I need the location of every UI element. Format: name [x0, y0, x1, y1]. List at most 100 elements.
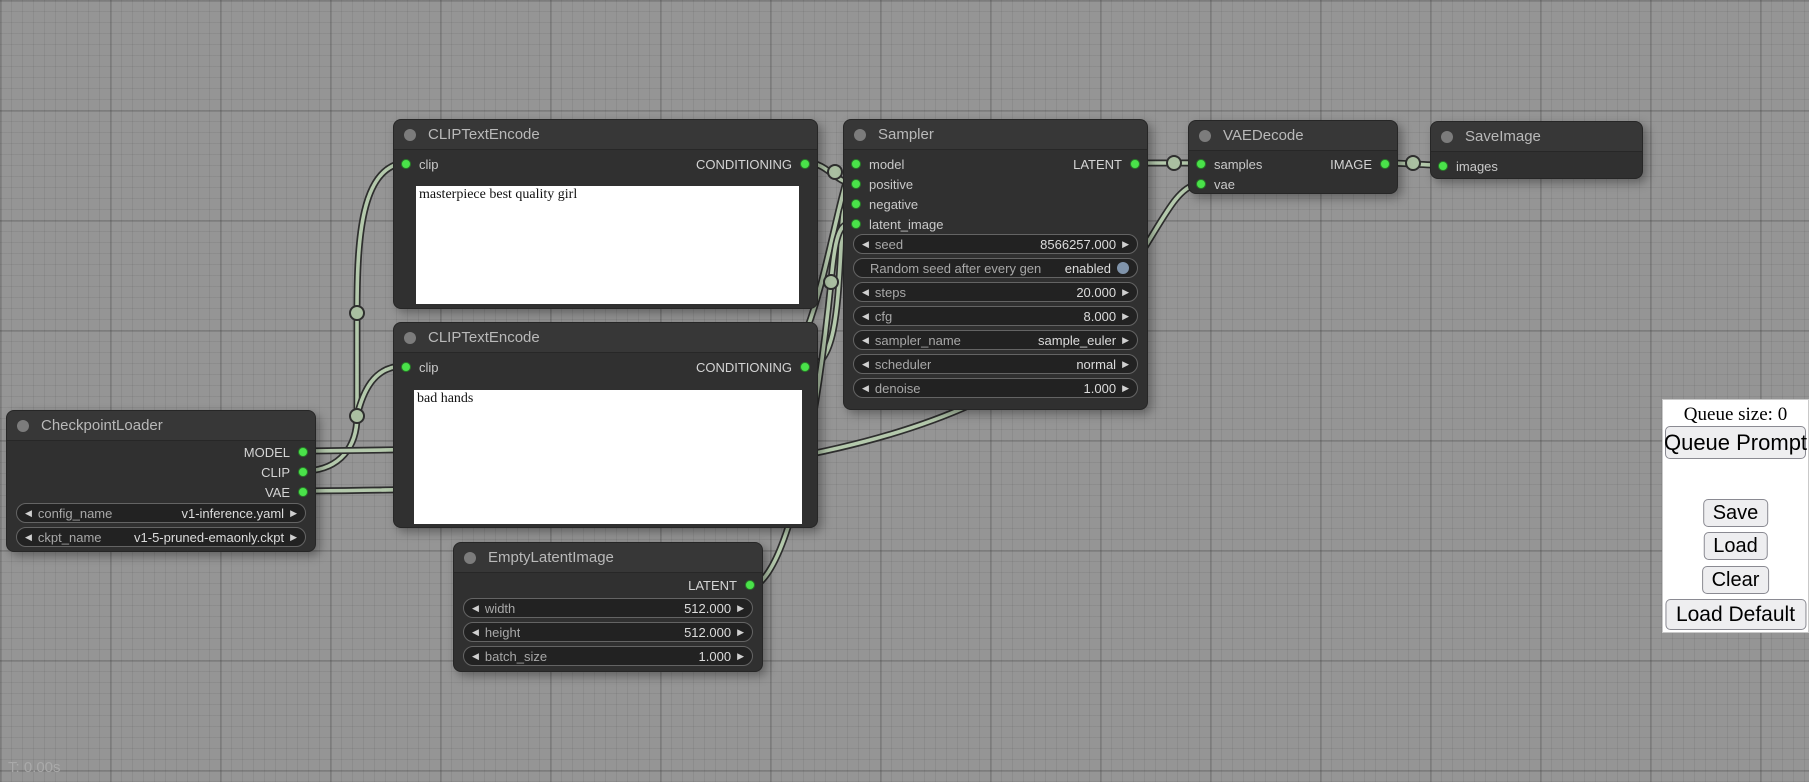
input-dot-negative[interactable]: [851, 199, 861, 209]
input-slot-vae[interactable]: vae: [1196, 174, 1235, 194]
collapse-dot-icon[interactable]: [1199, 130, 1211, 142]
increment-arrow-icon[interactable]: ▶: [1122, 240, 1129, 249]
decrement-arrow-icon[interactable]: ◀: [862, 384, 869, 393]
load-default-button[interactable]: Load Default: [1665, 599, 1806, 630]
output-slot-VAE[interactable]: VAE: [265, 482, 308, 502]
decrement-arrow-icon[interactable]: ◀: [862, 360, 869, 369]
decrement-arrow-icon[interactable]: ◀: [862, 312, 869, 321]
output-dot-IMAGE[interactable]: [1380, 159, 1390, 169]
input-dot-clip[interactable]: [401, 159, 411, 169]
increment-arrow-icon[interactable]: ▶: [1122, 288, 1129, 297]
node-titlebar[interactable]: EmptyLatentImage: [454, 543, 762, 573]
output-slot-CLIP[interactable]: CLIP: [261, 462, 308, 482]
widget-random-seed-after-every-gen[interactable]: Random seed after every genenabled: [853, 258, 1138, 278]
collapse-dot-icon[interactable]: [1441, 131, 1453, 143]
node-vae_decode[interactable]: VAEDecode samplesvae IMAGE: [1188, 120, 1398, 194]
input-slot-negative[interactable]: negative: [851, 194, 918, 214]
decrement-arrow-icon[interactable]: ◀: [472, 604, 479, 613]
output-dot-CONDITIONING[interactable]: [800, 362, 810, 372]
widget-ckpt-name[interactable]: ◀ckpt_namev1-5-pruned-emaonly.ckpt▶: [16, 527, 306, 547]
node-titlebar[interactable]: CLIPTextEncode: [394, 323, 817, 353]
widget-batch-size[interactable]: ◀batch_size1.000▶: [463, 646, 753, 666]
input-dot-model[interactable]: [851, 159, 861, 169]
node-titlebar[interactable]: CheckpointLoader: [7, 411, 315, 441]
output-slot-LATENT[interactable]: LATENT: [1073, 154, 1140, 174]
collapse-dot-icon[interactable]: [464, 552, 476, 564]
load-button[interactable]: Load: [1703, 532, 1768, 560]
node-titlebar[interactable]: SaveImage: [1431, 122, 1642, 152]
output-dot-CLIP[interactable]: [298, 467, 308, 477]
decrement-arrow-icon[interactable]: ◀: [25, 533, 32, 542]
node-clip_text_encode_positive[interactable]: CLIPTextEncode clip CONDITIONING: [393, 119, 818, 309]
output-slot-CONDITIONING[interactable]: CONDITIONING: [696, 357, 810, 377]
widget-denoise[interactable]: ◀denoise1.000▶: [853, 378, 1138, 398]
decrement-arrow-icon[interactable]: ◀: [472, 628, 479, 637]
output-dot-VAE[interactable]: [298, 487, 308, 497]
widget-seed[interactable]: ◀seed8566257.000▶: [853, 234, 1138, 254]
node-titlebar[interactable]: Sampler: [844, 120, 1147, 150]
node-sampler[interactable]: Sampler modelpositivenegativelatent_image…: [843, 119, 1148, 410]
output-label: CONDITIONING: [696, 360, 792, 375]
output-slot-IMAGE[interactable]: IMAGE: [1330, 154, 1390, 174]
node-save_image[interactable]: SaveImage images: [1430, 121, 1643, 179]
queue-prompt-button[interactable]: Queue Prompt: [1665, 426, 1806, 459]
clear-button[interactable]: Clear: [1702, 566, 1770, 594]
widget-cfg[interactable]: ◀cfg8.000▶: [853, 306, 1138, 326]
widget-sampler-name[interactable]: ◀sampler_namesample_euler▶: [853, 330, 1138, 350]
increment-arrow-icon[interactable]: ▶: [737, 604, 744, 613]
input-slot-clip[interactable]: clip: [401, 154, 439, 174]
increment-arrow-icon[interactable]: ▶: [290, 509, 297, 518]
input-slot-samples[interactable]: samples: [1196, 154, 1262, 174]
increment-arrow-icon[interactable]: ▶: [737, 652, 744, 661]
decrement-arrow-icon[interactable]: ◀: [862, 336, 869, 345]
input-dot-latent_image[interactable]: [851, 219, 861, 229]
input-dot-positive[interactable]: [851, 179, 861, 189]
node-empty_latent_image[interactable]: EmptyLatentImageLATENT ◀width512.000▶ ◀hei…: [453, 542, 763, 672]
decrement-arrow-icon[interactable]: ◀: [862, 240, 869, 249]
increment-arrow-icon[interactable]: ▶: [1122, 336, 1129, 345]
input-slot-positive[interactable]: positive: [851, 174, 913, 194]
input-dot-images[interactable]: [1438, 161, 1448, 171]
widget-height[interactable]: ◀height512.000▶: [463, 622, 753, 642]
node-title-label: Sampler: [878, 126, 934, 143]
prompt-textarea[interactable]: [414, 390, 802, 524]
input-slot-clip[interactable]: clip: [401, 357, 439, 377]
input-dot-clip[interactable]: [401, 362, 411, 372]
input-dot-samples[interactable]: [1196, 159, 1206, 169]
output-dot-MODEL[interactable]: [298, 447, 308, 457]
collapse-dot-icon[interactable]: [404, 129, 416, 141]
output-slot-CONDITIONING[interactable]: CONDITIONING: [696, 154, 810, 174]
node-checkpoint_loader[interactable]: CheckpointLoaderMODELCLIPVAE◀config_name…: [6, 410, 316, 552]
input-slot-images[interactable]: images: [1438, 156, 1498, 176]
increment-arrow-icon[interactable]: ▶: [737, 628, 744, 637]
widget-steps[interactable]: ◀steps20.000▶: [853, 282, 1138, 302]
increment-arrow-icon[interactable]: ▶: [1122, 312, 1129, 321]
output-dot-LATENT[interactable]: [1130, 159, 1140, 169]
node-titlebar[interactable]: VAEDecode: [1189, 121, 1397, 151]
increment-arrow-icon[interactable]: ▶: [1122, 360, 1129, 369]
decrement-arrow-icon[interactable]: ◀: [862, 288, 869, 297]
widget-config-name[interactable]: ◀config_namev1-inference.yaml▶: [16, 503, 306, 523]
increment-arrow-icon[interactable]: ▶: [290, 533, 297, 542]
input-slot-latent_image[interactable]: latent_image: [851, 214, 943, 234]
node-clip_text_encode_negative[interactable]: CLIPTextEncode clip CONDITIONING: [393, 322, 818, 528]
widget-label: ckpt_name: [38, 530, 102, 545]
output-slot-LATENT[interactable]: LATENT: [688, 575, 755, 595]
prompt-textarea[interactable]: [416, 186, 799, 304]
input-dot-vae[interactable]: [1196, 179, 1206, 189]
collapse-dot-icon[interactable]: [17, 420, 29, 432]
toggle-indicator[interactable]: [1117, 262, 1129, 274]
widget-scheduler[interactable]: ◀schedulernormal▶: [853, 354, 1138, 374]
node-titlebar[interactable]: CLIPTextEncode: [394, 120, 817, 150]
collapse-dot-icon[interactable]: [854, 129, 866, 141]
collapse-dot-icon[interactable]: [404, 332, 416, 344]
decrement-arrow-icon[interactable]: ◀: [472, 652, 479, 661]
output-dot-CONDITIONING[interactable]: [800, 159, 810, 169]
increment-arrow-icon[interactable]: ▶: [1122, 384, 1129, 393]
decrement-arrow-icon[interactable]: ◀: [25, 509, 32, 518]
save-button[interactable]: Save: [1703, 499, 1769, 527]
input-slot-model[interactable]: model: [851, 154, 904, 174]
widget-width[interactable]: ◀width512.000▶: [463, 598, 753, 618]
output-dot-LATENT[interactable]: [745, 580, 755, 590]
output-slot-MODEL[interactable]: MODEL: [244, 442, 308, 462]
